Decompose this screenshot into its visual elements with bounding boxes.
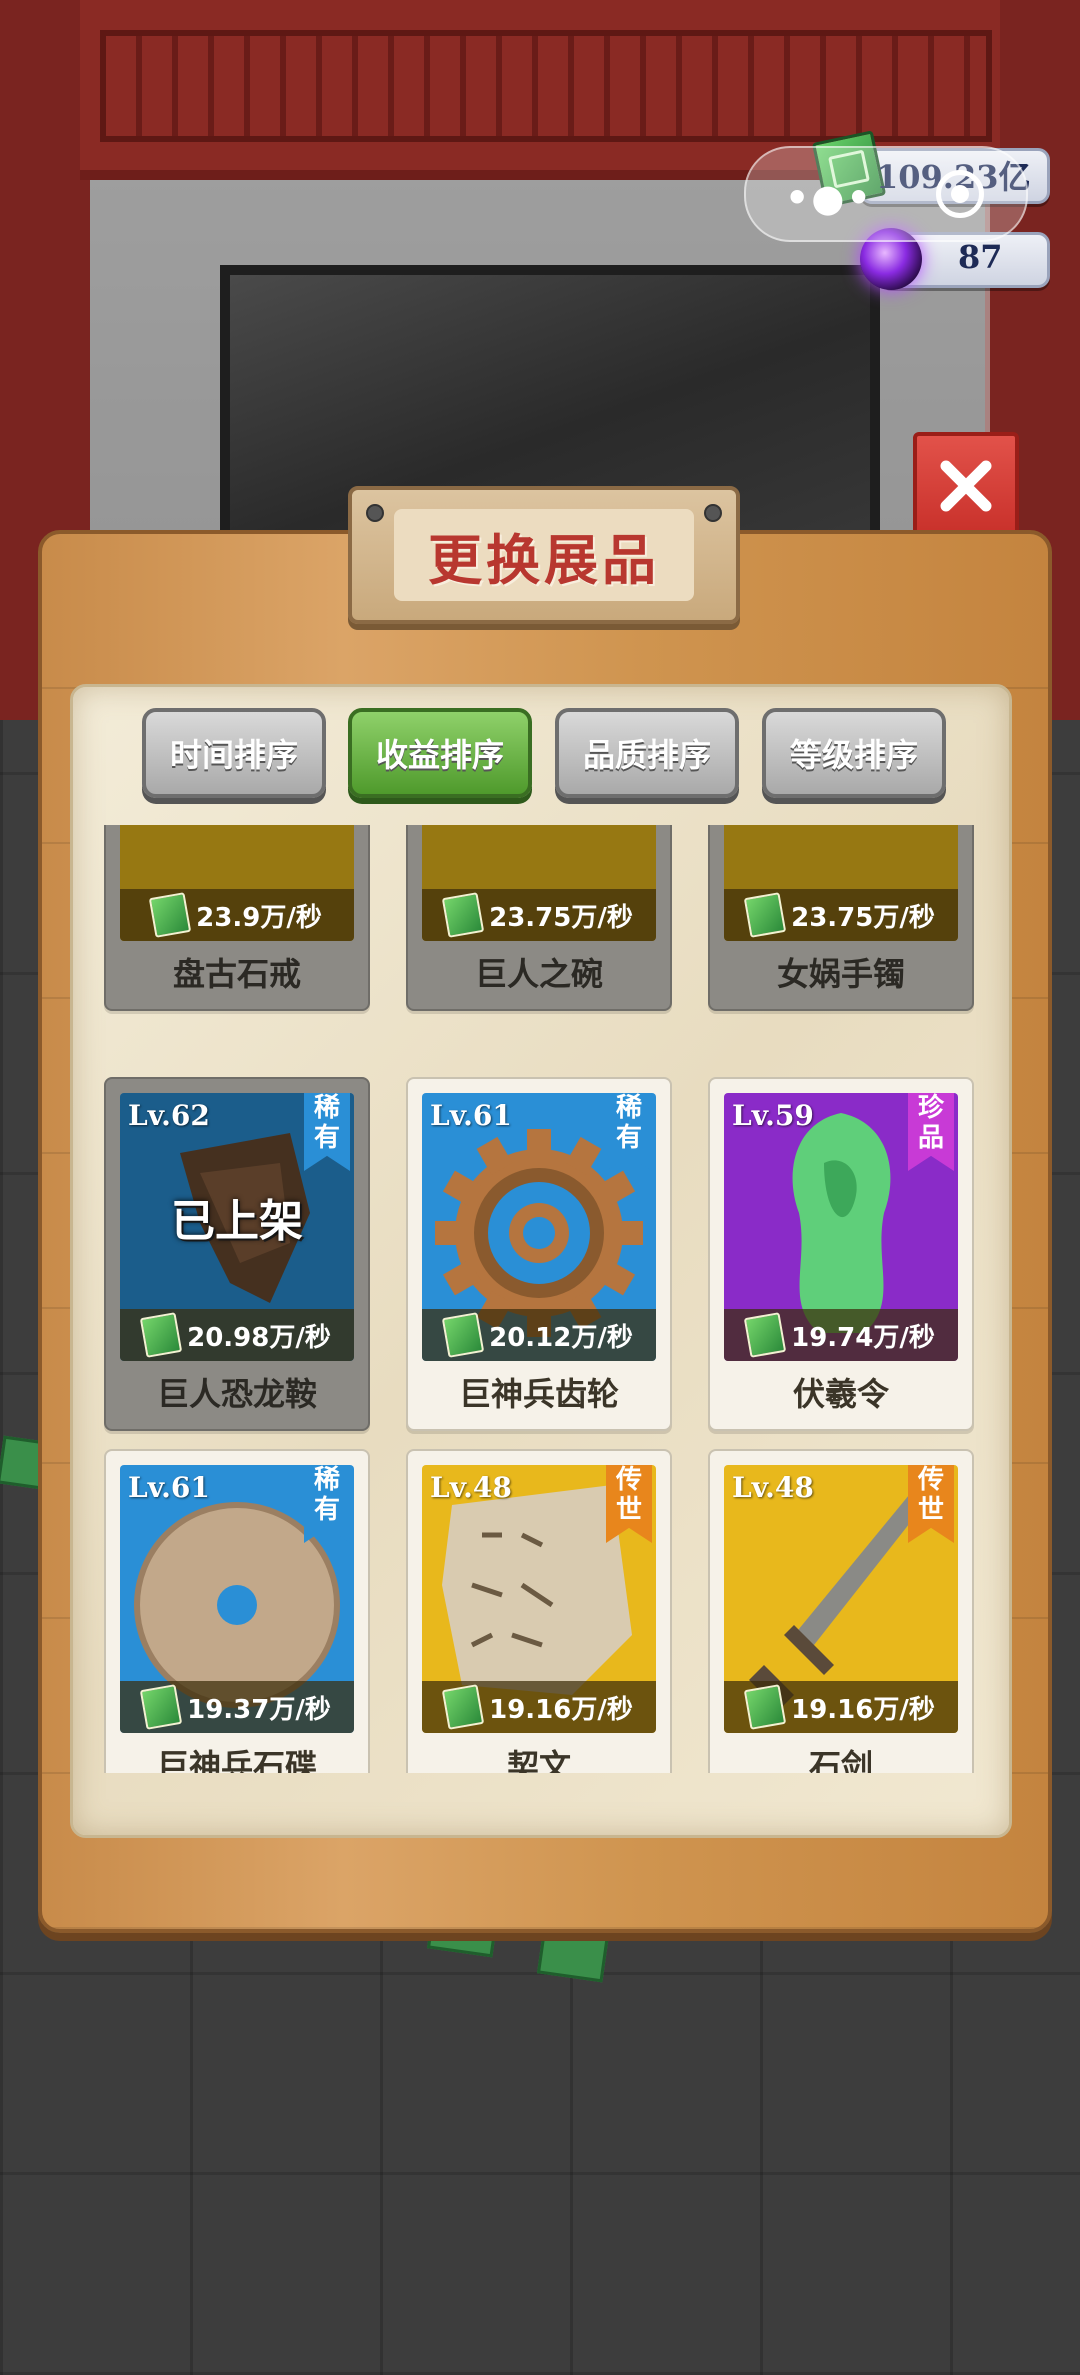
cash-icon [139,1684,183,1730]
cash-icon [743,892,787,938]
income-bar: 19.16万/秒 [724,1681,958,1733]
close-target-icon[interactable] [936,170,984,218]
exhibit-thumbnail: Lv.61 稀有 19.37万/秒 [120,1465,354,1733]
income-bar: 23.75万/秒 [724,889,958,941]
income-bar: 20.12万/秒 [422,1309,656,1361]
income-bar: 19.37万/秒 [120,1681,354,1733]
level-label: Lv.61 [128,1471,210,1504]
exhibit-name: 巨人恐龙鞍 [156,1375,317,1413]
exhibit-list[interactable]: 已上架23.9万/秒盘古石戒已上架23.75万/秒巨人之碗已上架23.75万/秒… [96,825,984,1773]
level-label: Lv.61 [430,1099,512,1132]
sort-tab[interactable]: 收益排序 [348,708,532,798]
exhibit-thumbnail: Lv.59 珍品 19.74万/秒 [724,1093,958,1361]
exhibit-name: 伏羲令 [792,1375,889,1413]
exhibit-name: 巨神兵齿轮 [458,1375,619,1413]
income-value: 20.12万/秒 [489,1322,633,1353]
cash-icon [441,1684,485,1730]
income-bar: 19.16万/秒 [422,1681,656,1733]
more-options-icon[interactable]: •●• [785,176,873,220]
exhibit-thumbnail: Lv.48 传世 19.16万/秒 [724,1465,958,1733]
exhibit-name: 盘古石戒 [172,955,301,993]
exhibit-card[interactable]: Lv.48 传世 19.16万/秒石剑 [708,1449,974,1773]
exhibit-card[interactable]: Lv.61 稀有 19.37万/秒巨神兵石碟 [104,1449,370,1773]
exhibit-card[interactable]: Lv.59 珍品 19.74万/秒伏羲令 [708,1077,974,1431]
shelved-label: 已上架 [171,1196,303,1247]
income-value: 23.75万/秒 [791,902,935,933]
close-icon [940,460,992,512]
exhibit-name: 契文 [506,1747,571,1773]
income-bar: 23.75万/秒 [422,889,656,941]
income-value: 20.98万/秒 [187,1322,331,1353]
sort-tab[interactable]: 时间排序 [142,708,326,798]
cash-icon [139,1312,183,1358]
exhibit-thumbnail: 已上架23.9万/秒 [120,825,354,941]
income-value: 23.9万/秒 [196,902,322,933]
exhibit-card[interactable]: 已上架23.9万/秒盘古石戒 [104,825,370,1011]
title-plank: 更换展品 [348,486,740,624]
dialog-title: 更换展品 [428,528,660,592]
cash-icon [441,892,485,938]
income-bar: 20.98万/秒 [120,1309,354,1361]
exhibit-thumbnail: Lv.48 传世 19.16万/秒 [422,1465,656,1733]
exhibit-card[interactable]: Lv.61 稀有 20.12万/秒巨神兵齿轮 [406,1077,672,1431]
income-value: 19.16万/秒 [791,1694,935,1725]
income-value: 23.75万/秒 [489,902,633,933]
close-button[interactable] [913,432,1019,540]
exhibit-card[interactable]: 已上架23.75万/秒巨人之碗 [406,825,672,1011]
exhibit-thumbnail: Lv.62 稀有 已上架 20.98万/秒 [120,1093,354,1361]
exhibit-name: 石剑 [808,1747,873,1773]
level-label: Lv.59 [732,1099,814,1132]
exhibit-card[interactable]: 已上架23.75万/秒女娲手镯 [708,825,974,1011]
income-bar: 23.9万/秒 [120,889,354,941]
income-value: 19.37万/秒 [187,1694,331,1725]
income-value: 19.74万/秒 [791,1322,935,1353]
level-label: Lv.48 [732,1471,814,1504]
sort-tab[interactable]: 等级排序 [762,708,946,798]
title-plank-inner: 更换展品 [394,509,694,601]
exhibit-name: 女娲手镯 [776,955,905,993]
exhibit-name: 巨人之碗 [474,955,603,993]
orb-value: 87 [958,238,1003,276]
exhibit-thumbnail: 已上架23.75万/秒 [422,825,656,941]
cash-icon [743,1684,787,1730]
exhibit-name: 巨神兵石碟 [156,1747,317,1773]
exhibit-card[interactable]: Lv.62 稀有 已上架 20.98万/秒 巨人恐龙鞍 [104,1077,370,1431]
nail-icon [704,504,722,522]
cash-icon [441,1312,485,1358]
exhibit-card[interactable]: Lv.48 传世 19.16万/秒契文 [406,1449,672,1773]
cash-icon [743,1312,787,1358]
floor-cash-icon [536,1925,610,1983]
level-label: Lv.48 [430,1471,512,1504]
exhibit-thumbnail: Lv.61 稀有 20.12万/秒 [422,1093,656,1361]
sort-tab[interactable]: 品质排序 [555,708,739,798]
lintel-pattern [100,30,992,142]
cash-icon [148,892,192,938]
income-bar: 19.74万/秒 [724,1309,958,1361]
income-value: 19.16万/秒 [489,1694,633,1725]
exhibit-thumbnail: 已上架23.75万/秒 [724,825,958,941]
nail-icon [366,504,384,522]
level-label: Lv.62 [128,1099,210,1132]
